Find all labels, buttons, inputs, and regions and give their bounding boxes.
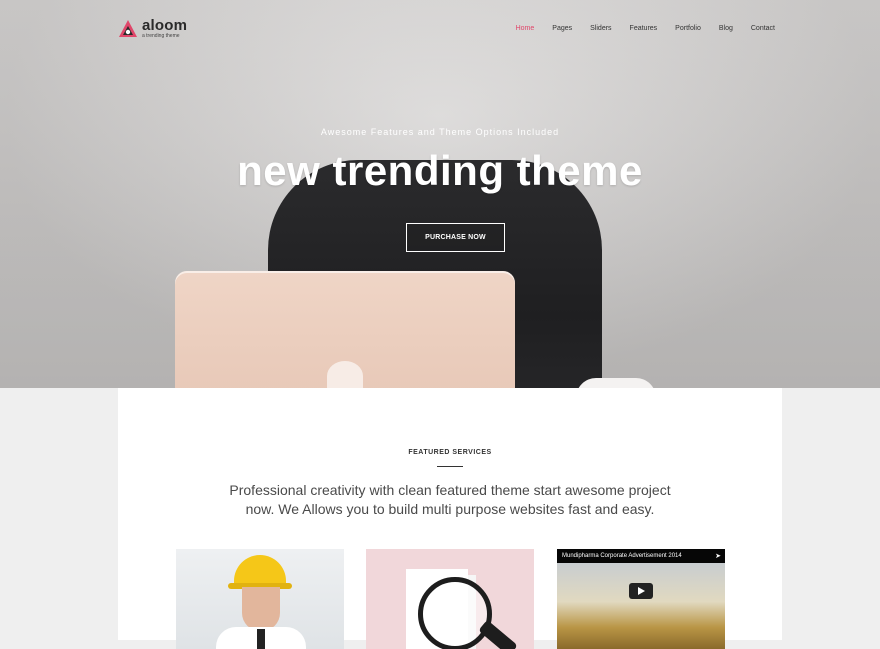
logo-name: aloom (142, 17, 188, 34)
magnifier-handle (478, 619, 518, 649)
nav-item-home[interactable]: Home (516, 25, 535, 32)
logo-tagline: a trending theme (142, 33, 180, 39)
nav-item-blog[interactable]: Blog (719, 25, 733, 32)
nav-item-pages[interactable]: Pages (552, 25, 572, 32)
nav-item-contact[interactable]: Contact (751, 25, 775, 32)
hero-subtitle: Awesome Features and Theme Options Inclu… (320, 127, 560, 137)
nav-item-sliders[interactable]: Sliders (590, 25, 611, 32)
video-title-bar: Mundipharma Corporate Advertisement 2014 (557, 549, 725, 563)
video-thumbnail (557, 563, 725, 649)
share-icon[interactable]: ➤ (715, 552, 721, 560)
section-divider (437, 466, 463, 467)
service-card-video[interactable]: Mundipharma Corporate Advertisement 2014… (557, 549, 725, 649)
section-description: Professional creativity with clean featu… (229, 482, 671, 517)
featured-services-section: FEATURED SERVICES Professional creativit… (118, 388, 782, 649)
service-card-search[interactable] (366, 549, 534, 649)
logo-mark-icon (119, 19, 137, 37)
main-nav: Home Pages Sliders Features Portfolio Bl… (498, 25, 775, 32)
section-label: FEATURED SERVICES (408, 449, 492, 456)
hero-section: aloom a trending theme Home Pages Slider… (0, 0, 880, 388)
hero-title: new trending theme (237, 147, 643, 194)
nav-item-features[interactable]: Features (630, 25, 658, 32)
site-logo[interactable]: aloom a trending theme (118, 18, 187, 39)
worker-tie-image (257, 629, 265, 649)
video-title: Mundipharma Corporate Advertisement 2014 (562, 553, 682, 559)
purchase-now-button[interactable]: PURCHASE NOW (406, 223, 505, 252)
hero-laptop-image (175, 271, 515, 388)
service-card-engineer[interactable] (176, 549, 344, 649)
magnifier-icon (418, 577, 492, 649)
nav-item-portfolio[interactable]: Portfolio (675, 25, 701, 32)
hero-mug-image (576, 378, 656, 388)
play-icon[interactable] (629, 583, 653, 599)
apple-logo-icon (327, 361, 363, 388)
worker-face-image (242, 587, 280, 631)
